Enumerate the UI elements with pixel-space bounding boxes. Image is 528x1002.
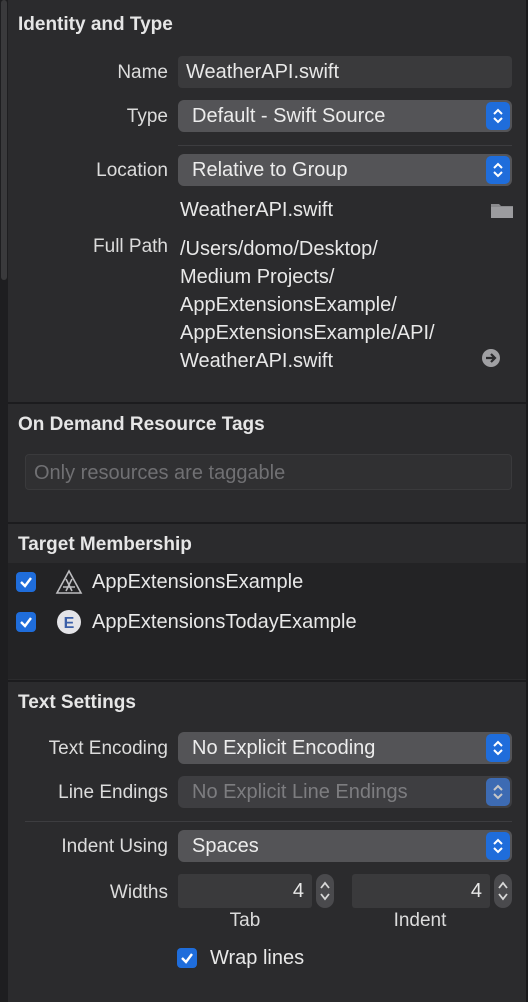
indent-using-value: Spaces xyxy=(192,835,259,857)
full-path-line: Medium Projects/ xyxy=(180,266,335,288)
scrollbar-thumb[interactable] xyxy=(1,0,7,280)
text-encoding-label: Text Encoding xyxy=(48,738,168,759)
target-checkbox-appextensionsexample[interactable] xyxy=(16,572,36,592)
tab-width-label: Tab xyxy=(229,910,261,931)
stepper-up-icon xyxy=(498,881,508,889)
line-endings-value: No Explicit Line Endings xyxy=(192,781,408,803)
type-popup-value: Default - Swift Source xyxy=(192,105,386,127)
app-store-icon xyxy=(54,569,84,600)
tab-width-field[interactable]: 4 xyxy=(178,874,312,908)
text-encoding-value: No Explicit Encoding xyxy=(192,737,376,759)
text-settings-section-title: Text Settings xyxy=(18,692,136,713)
full-path-line: AppExtensionsExample/ xyxy=(180,294,397,316)
location-popup-value: Relative to Group xyxy=(192,159,348,181)
svg-text:E: E xyxy=(64,615,75,632)
popup-arrows-icon xyxy=(486,734,510,762)
full-path-label: Full Path xyxy=(93,236,168,257)
folder-icon[interactable] xyxy=(490,201,514,224)
full-path-text: /Users/domo/Desktop/ Medium Projects/ Ap… xyxy=(180,235,435,375)
popup-arrows-icon xyxy=(486,778,510,806)
line-endings-label: Line Endings xyxy=(58,782,168,803)
indent-width-field[interactable]: 4 xyxy=(352,874,490,908)
location-popup[interactable]: Relative to Group xyxy=(178,154,512,186)
full-path-line: AppExtensionsExample/API/ xyxy=(180,322,435,344)
type-label: Type xyxy=(126,106,168,127)
file-inspector-panel: Identity and Type Name WeatherAPI.swift … xyxy=(0,0,528,1002)
section-separator xyxy=(8,402,526,404)
on-demand-section-title: On Demand Resource Tags xyxy=(18,414,265,435)
section-separator xyxy=(8,522,526,524)
tab-width-stepper[interactable] xyxy=(316,874,334,908)
text-encoding-popup[interactable]: No Explicit Encoding xyxy=(178,732,512,764)
divider xyxy=(178,145,512,146)
popup-arrows-icon xyxy=(486,156,510,184)
full-path-line: /Users/domo/Desktop/ xyxy=(180,238,378,260)
left-scrollbar[interactable] xyxy=(0,0,8,1002)
stepper-down-icon xyxy=(320,893,330,901)
widths-label: Widths xyxy=(109,882,168,903)
target-label: AppExtensionsTodayExample xyxy=(92,611,357,633)
stepper-down-icon xyxy=(498,893,508,901)
indent-using-popup[interactable]: Spaces xyxy=(178,830,512,862)
reveal-arrow-icon[interactable] xyxy=(481,348,501,373)
divider xyxy=(25,821,512,822)
target-checkbox-appextensionstodayexample[interactable] xyxy=(16,612,36,632)
extension-e-icon: E xyxy=(56,609,82,640)
type-popup[interactable]: Default - Swift Source xyxy=(178,100,512,132)
wrap-lines-label: Wrap lines xyxy=(210,947,305,969)
location-label: Location xyxy=(96,160,168,181)
target-label: AppExtensionsExample xyxy=(92,571,304,593)
popup-arrows-icon xyxy=(486,832,510,860)
indent-width-label: Indent xyxy=(393,910,447,931)
name-label: Name xyxy=(117,62,168,83)
identity-section-title: Identity and Type xyxy=(18,14,173,35)
membership-section-title: Target Membership xyxy=(18,534,192,555)
full-path-line: WeatherAPI.swift xyxy=(180,350,334,372)
file-name-text: WeatherAPI.swift xyxy=(180,199,334,221)
indent-using-label: Indent Using xyxy=(61,836,168,857)
stepper-up-icon xyxy=(320,881,330,889)
section-separator xyxy=(8,680,526,682)
line-endings-popup: No Explicit Line Endings xyxy=(178,776,512,808)
name-field[interactable]: WeatherAPI.swift xyxy=(178,56,512,88)
indent-width-stepper[interactable] xyxy=(494,874,512,908)
wrap-lines-checkbox[interactable] xyxy=(177,948,197,968)
resource-tags-field: Only resources are taggable xyxy=(25,454,512,490)
popup-arrows-icon xyxy=(486,102,510,130)
